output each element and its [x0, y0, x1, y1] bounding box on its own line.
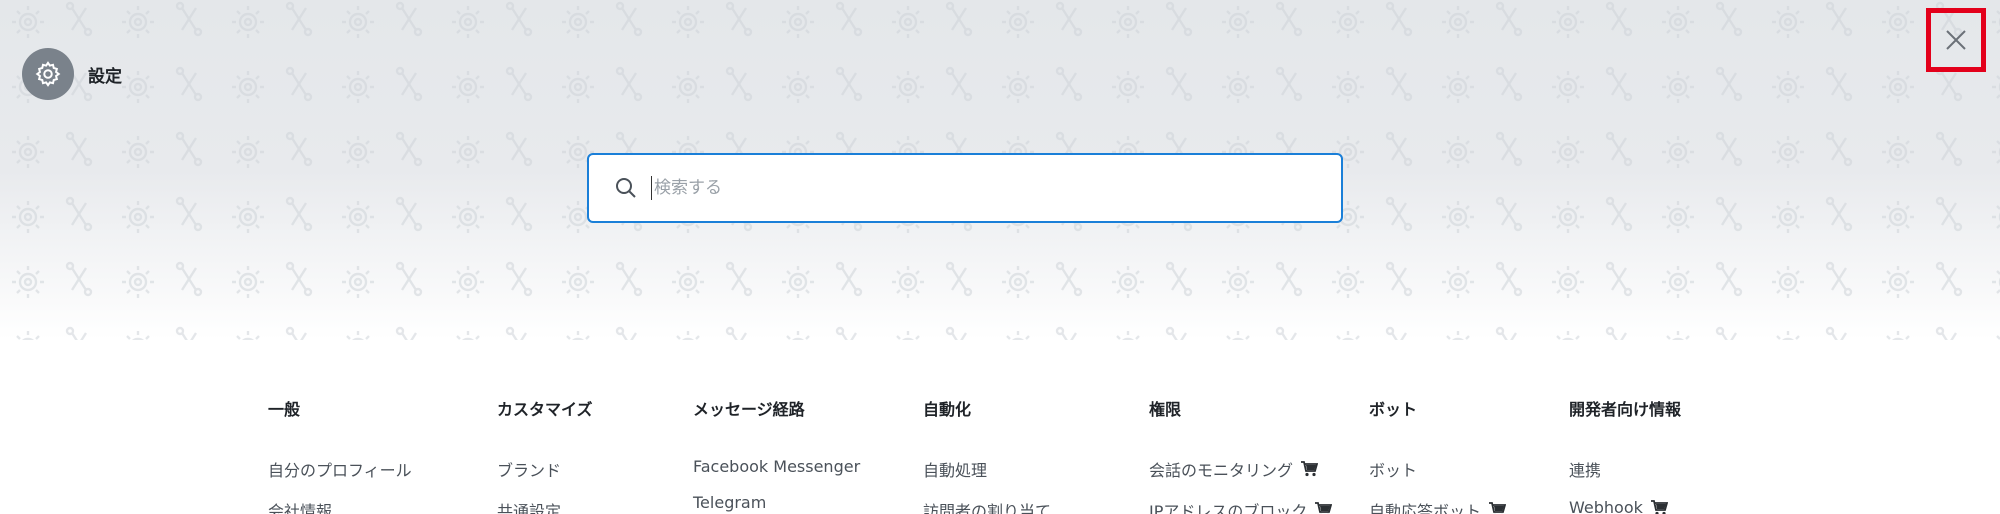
category-heading: カスタマイズ [497, 400, 593, 419]
cart-icon [1488, 502, 1507, 514]
close-button[interactable] [1926, 8, 1986, 72]
category-link[interactable]: Facebook Messenger [693, 457, 860, 476]
category-link[interactable]: Webhook [1569, 498, 1681, 514]
settings-header: 設定 [22, 48, 122, 100]
gear-icon [22, 48, 74, 100]
settings-categories: 一般 自分のプロフィール 会社情報 カスタマイズ ブランド 共通設定 メッセージ… [0, 396, 2000, 514]
category-link[interactable]: Telegram [693, 493, 860, 512]
page-title: 設定 [88, 66, 122, 87]
category-permissions: 権限 会話のモニタリング IPアドレスのブロック [1149, 396, 1333, 514]
search-box[interactable] [587, 153, 1343, 223]
category-heading: 一般 [268, 400, 301, 419]
category-heading: メッセージ経路 [693, 400, 805, 419]
category-link[interactable]: ボット [1369, 457, 1506, 481]
category-link[interactable]: 連携 [1569, 457, 1681, 481]
category-link[interactable]: 会話のモニタリング [1149, 457, 1332, 481]
category-heading: 権限 [1149, 400, 1182, 419]
category-link[interactable]: IPアドレスのブロック [1149, 498, 1333, 514]
category-general: 一般 自分のプロフィール 会社情報 [268, 396, 412, 514]
category-link[interactable]: 自動応答ボット [1369, 498, 1507, 514]
cart-icon [1300, 461, 1319, 477]
category-customize: カスタマイズ ブランド 共通設定 [497, 396, 593, 514]
category-heading: ボット [1369, 400, 1418, 419]
category-link[interactable]: 共通設定 [497, 498, 593, 514]
category-bots: ボット ボット 自動応答ボット [1369, 396, 1507, 514]
cart-icon [1650, 499, 1668, 514]
category-link[interactable]: 自分のプロフィール [268, 457, 412, 481]
category-message-channels: メッセージ経路 Facebook Messenger Telegram [693, 396, 860, 512]
category-heading: 開発者向け情報 [1569, 400, 1682, 419]
category-link[interactable]: 訪問者の割り当て [923, 498, 1051, 514]
category-automation: 自動化 自動処理 訪問者の割り当て [923, 396, 1051, 514]
category-heading: 自動化 [923, 400, 972, 419]
category-developers: 開発者向け情報 連携 Webhook [1569, 396, 1681, 514]
close-icon [1946, 30, 1966, 50]
category-link[interactable]: 自動処理 [923, 457, 1051, 481]
search-input[interactable] [651, 176, 1301, 200]
category-link[interactable]: ブランド [497, 457, 593, 481]
category-link[interactable]: 会社情報 [268, 498, 412, 514]
cart-icon [1314, 502, 1333, 514]
search-icon [616, 178, 636, 198]
